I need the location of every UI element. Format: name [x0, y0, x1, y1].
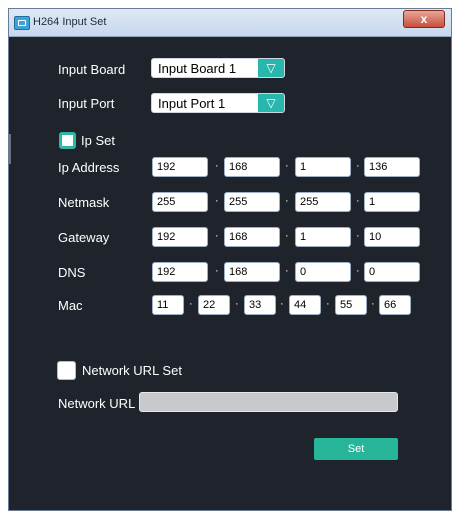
network-url-set-label: Network URL Set: [82, 363, 182, 378]
mac-segment-1[interactable]: 11: [152, 295, 184, 315]
gateway-octet-4[interactable]: 10: [364, 227, 420, 247]
input-port-dropdown[interactable]: Input Port 1 ▽: [151, 93, 285, 113]
mac-segment-4[interactable]: 44: [289, 295, 321, 315]
mac-segment-5[interactable]: 55: [335, 295, 367, 315]
octet-separator: ·: [215, 195, 219, 207]
chevron-down-icon[interactable]: ▽: [258, 59, 284, 77]
octet-separator: ·: [285, 195, 289, 207]
octet-separator: ·: [285, 230, 289, 242]
mac-label: Mac: [58, 298, 83, 313]
ip-address-label: Ip Address: [58, 160, 120, 175]
input-board-dropdown[interactable]: Input Board 1 ▽: [151, 58, 285, 78]
ip-set-label: Ip Set: [81, 133, 115, 148]
gateway-octet-2[interactable]: 168: [224, 227, 280, 247]
dns-octet-2[interactable]: 168: [224, 262, 280, 282]
mac-separator: ·: [235, 298, 239, 310]
input-port-value: Input Port 1: [158, 96, 226, 111]
gateway-octet-3[interactable]: 1: [295, 227, 351, 247]
octet-separator: ·: [285, 160, 289, 172]
octet-separator: ·: [215, 265, 219, 277]
set-button[interactable]: Set: [314, 438, 398, 460]
title-bar[interactable]: H264 Input Set x: [9, 9, 451, 37]
netmask-octet-1[interactable]: 255: [152, 192, 208, 212]
network-url-set-checkbox[interactable]: [57, 361, 76, 380]
input-board-value: Input Board 1: [158, 61, 237, 76]
ip-address-octet-2[interactable]: 168: [224, 157, 280, 177]
dns-octet-3[interactable]: 0: [295, 262, 351, 282]
mac-separator: ·: [371, 298, 375, 310]
mac-separator: ·: [326, 298, 330, 310]
ip-address-octet-3[interactable]: 1: [295, 157, 351, 177]
mac-segment-3[interactable]: 33: [244, 295, 276, 315]
ip-address-octet-1[interactable]: 192: [152, 157, 208, 177]
window-edge-marker: [9, 134, 11, 164]
octet-separator: ·: [285, 265, 289, 277]
input-port-label: Input Port: [58, 96, 115, 111]
gateway-label: Gateway: [58, 230, 110, 245]
h264-input-set-window: H264 Input Set x Input Board Input Board…: [8, 8, 452, 511]
dns-octet-4[interactable]: 0: [364, 262, 420, 282]
ip-set-checkbox[interactable]: [59, 132, 76, 149]
mac-separator: ·: [280, 298, 284, 310]
app-icon: [14, 16, 30, 30]
mac-segment-6[interactable]: 66: [379, 295, 411, 315]
gateway-octet-1[interactable]: 192: [152, 227, 208, 247]
mac-separator: ·: [189, 298, 193, 310]
octet-separator: ·: [356, 265, 360, 277]
chevron-down-icon[interactable]: ▽: [258, 94, 284, 112]
netmask-octet-4[interactable]: 1: [364, 192, 420, 212]
octet-separator: ·: [215, 160, 219, 172]
netmask-octet-3[interactable]: 255: [295, 192, 351, 212]
network-url-input[interactable]: [139, 392, 398, 412]
octet-separator: ·: [356, 195, 360, 207]
octet-separator: ·: [215, 230, 219, 242]
window-title: H264 Input Set: [33, 16, 107, 28]
netmask-octet-2[interactable]: 255: [224, 192, 280, 212]
octet-separator: ·: [356, 230, 360, 242]
dns-octet-1[interactable]: 192: [152, 262, 208, 282]
close-button[interactable]: x: [403, 10, 445, 28]
dns-label: DNS: [58, 265, 86, 280]
netmask-label: Netmask: [58, 195, 110, 210]
octet-separator: ·: [356, 160, 360, 172]
mac-segment-2[interactable]: 22: [198, 295, 230, 315]
network-url-label: Network URL: [58, 396, 136, 411]
ip-address-octet-4[interactable]: 136: [364, 157, 420, 177]
input-board-label: Input Board: [58, 62, 126, 77]
